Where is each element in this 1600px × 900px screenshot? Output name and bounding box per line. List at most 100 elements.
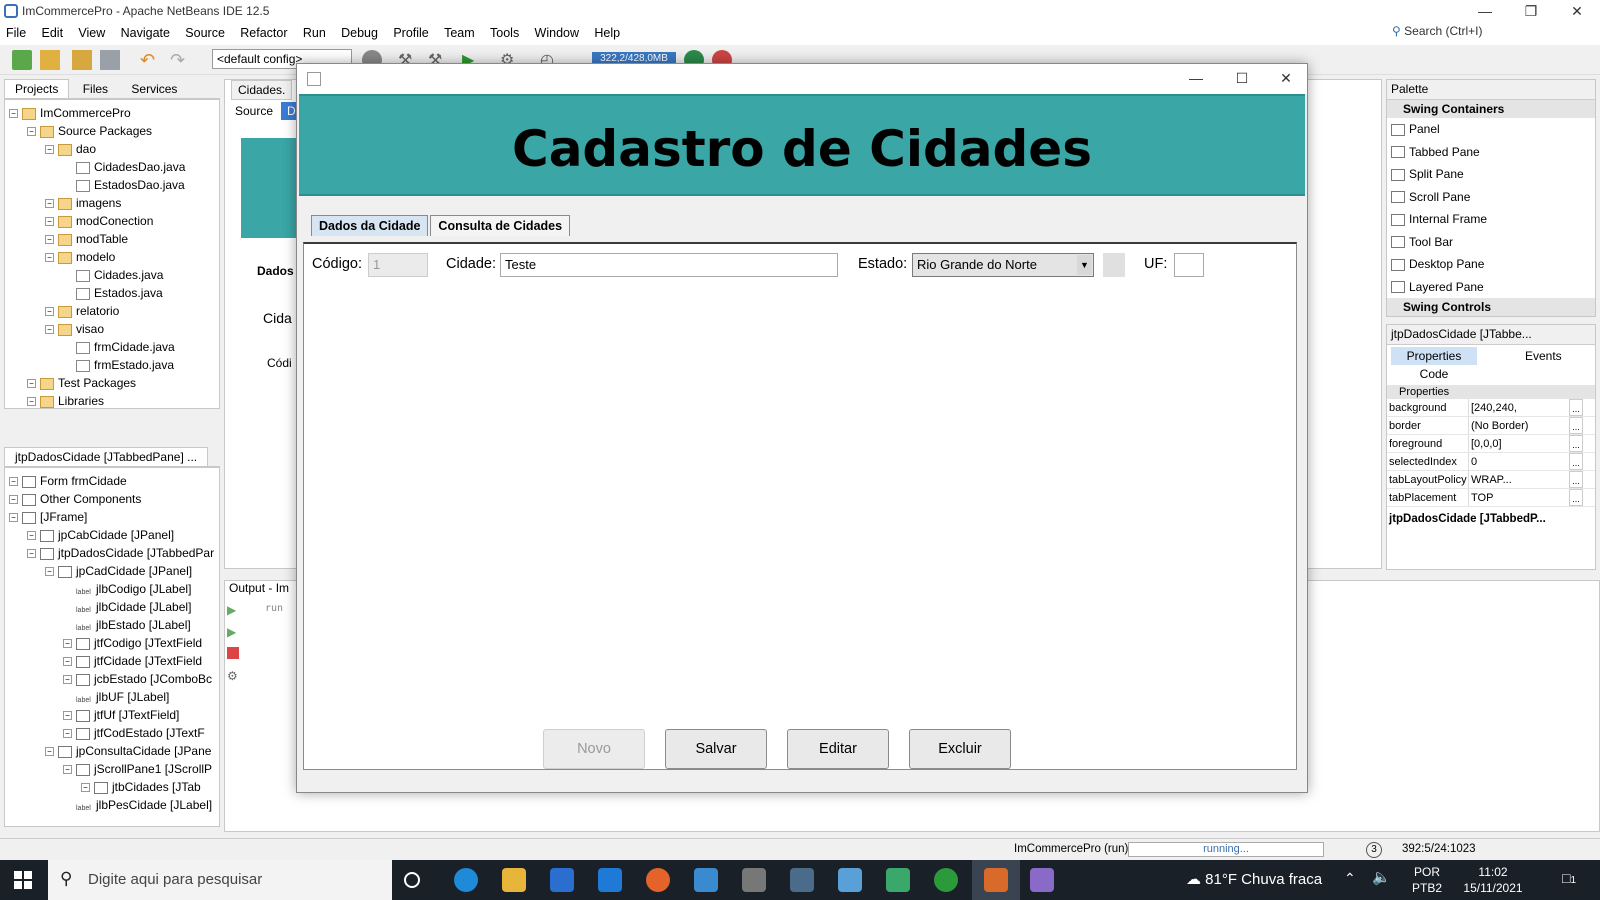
output-title[interactable]: Output - Im: [229, 581, 289, 595]
settings-icon[interactable]: ⚙: [227, 669, 241, 683]
clock[interactable]: 11:02 15/11/2021: [1462, 864, 1524, 896]
expand-toggle-icon[interactable]: −: [27, 379, 36, 389]
expand-toggle-icon[interactable]: −: [45, 307, 54, 317]
firefox-icon[interactable]: [646, 868, 670, 892]
expand-toggle-icon[interactable]: −: [63, 711, 72, 721]
windows-start-icon[interactable]: [14, 871, 32, 889]
expand-toggle-icon[interactable]: −: [27, 531, 36, 541]
cidade-field[interactable]: Teste: [500, 253, 838, 277]
property-value[interactable]: 0: [1469, 453, 1569, 470]
pgadmin-icon[interactable]: [790, 868, 814, 892]
expand-toggle-icon[interactable]: −: [63, 765, 72, 775]
properties-title[interactable]: jtpDadosCidade [JTabbe...: [1387, 325, 1595, 345]
tree-item[interactable]: − Source Packages: [9, 122, 219, 140]
excluir-button[interactable]: Excluir: [909, 729, 1011, 769]
tree-item[interactable]: − modConection: [9, 212, 219, 230]
tree-item[interactable]: − jtfUf [JTextField]: [9, 706, 219, 724]
dialog-close-button[interactable]: ✕: [1263, 67, 1309, 90]
estado-combobox[interactable]: Rio Grande do Norte ▼: [912, 253, 1094, 277]
menu-debug[interactable]: Debug: [335, 23, 384, 40]
expand-toggle-icon[interactable]: −: [45, 145, 54, 155]
tree-item[interactable]: − Test Packages: [9, 374, 219, 392]
netbeans-icon[interactable]: [886, 868, 910, 892]
property-row[interactable]: tabPlacement TOP...: [1387, 489, 1595, 507]
edge-icon[interactable]: [454, 868, 478, 892]
cod-estado-field[interactable]: [1103, 253, 1125, 277]
tree-item[interactable]: − jtbCidades [JTab: [9, 778, 219, 796]
tree-item[interactable]: CidadesDao.java: [9, 158, 219, 176]
tab-projects[interactable]: Projects: [4, 79, 70, 98]
store-icon[interactable]: [550, 868, 574, 892]
calculator-icon[interactable]: [742, 868, 766, 892]
tree-item[interactable]: label jlbEstado [JLabel]: [9, 616, 219, 634]
expand-toggle-icon[interactable]: −: [9, 477, 18, 487]
volume-icon[interactable]: 🔈: [1372, 868, 1391, 886]
property-value[interactable]: [0,0,0]: [1469, 435, 1569, 452]
property-editor-button[interactable]: ...: [1569, 489, 1583, 506]
tree-item[interactable]: − relatorio: [9, 302, 219, 320]
tree-item[interactable]: − dao: [9, 140, 219, 158]
tab-files[interactable]: Files: [73, 80, 118, 98]
tree-item[interactable]: label jlbUF [JLabel]: [9, 688, 219, 706]
tab-services[interactable]: Services: [121, 80, 187, 98]
palette-item[interactable]: Scroll Pane: [1387, 186, 1595, 209]
expand-toggle-icon[interactable]: −: [45, 199, 54, 209]
expand-toggle-icon[interactable]: −: [63, 729, 72, 739]
tree-item[interactable]: − jcbEstado [JComboBc: [9, 670, 219, 688]
expand-toggle-icon[interactable]: −: [45, 747, 54, 757]
expand-toggle-icon[interactable]: −: [9, 513, 18, 523]
ide-search[interactable]: ⚲ Search (Ctrl+I): [1392, 24, 1483, 38]
remote-desktop-icon[interactable]: [694, 868, 718, 892]
dialog-minimize-button[interactable]: —: [1173, 67, 1219, 90]
maximize-button[interactable]: ❐: [1508, 0, 1554, 23]
search-input[interactable]: Search (Ctrl+I): [1404, 24, 1482, 38]
java-app-active[interactable]: [972, 860, 1020, 900]
tree-item[interactable]: − jtfCodEstado [JTextF: [9, 724, 219, 742]
expand-toggle-icon[interactable]: −: [45, 217, 54, 227]
expand-toggle-icon[interactable]: −: [27, 127, 36, 137]
property-value[interactable]: TOP: [1469, 489, 1569, 506]
stop-icon[interactable]: [227, 647, 239, 659]
tree-item[interactable]: − modelo: [9, 248, 219, 266]
menu-source[interactable]: Source: [179, 23, 231, 40]
property-editor-button[interactable]: ...: [1569, 435, 1583, 452]
property-value[interactable]: [240,240,: [1469, 399, 1569, 416]
new-file-icon[interactable]: [12, 50, 32, 70]
paint-icon[interactable]: [1030, 868, 1054, 892]
property-row[interactable]: selectedIndex 0...: [1387, 453, 1595, 471]
task-view-icon[interactable]: [404, 872, 420, 888]
notifications-icon[interactable]: □1: [1562, 870, 1576, 886]
tree-item[interactable]: label jlbCodigo [JLabel]: [9, 580, 219, 598]
virtualbox-icon[interactable]: [838, 868, 862, 892]
tree-item[interactable]: − Libraries: [9, 392, 219, 408]
property-editor-button[interactable]: ...: [1569, 471, 1583, 488]
property-editor-button[interactable]: ...: [1569, 417, 1583, 434]
tree-item[interactable]: − imagens: [9, 194, 219, 212]
navigator-title[interactable]: jtpDadosCidade [JTabbedPane] ...: [4, 447, 209, 466]
menu-view[interactable]: View: [72, 23, 111, 40]
menu-help[interactable]: Help: [588, 23, 626, 40]
tree-item[interactable]: Estados.java: [9, 284, 219, 302]
minimize-button[interactable]: —: [1462, 0, 1508, 23]
palette-item[interactable]: Internal Frame: [1387, 208, 1595, 231]
dialog-maximize-button[interactable]: ☐: [1219, 67, 1265, 90]
tab-consulta-cidades[interactable]: Consulta de Cidades: [430, 215, 571, 236]
tree-item[interactable]: label jlbCidade [JLabel]: [9, 598, 219, 616]
save-all-icon[interactable]: [100, 50, 120, 70]
palette-item[interactable]: Panel: [1387, 118, 1595, 141]
tree-item[interactable]: − Other Components: [9, 490, 219, 508]
property-editor-button[interactable]: ...: [1569, 453, 1583, 470]
expand-toggle-icon[interactable]: −: [9, 109, 18, 119]
weather-widget[interactable]: ☁ 81°F Chuva fraca: [1186, 870, 1322, 888]
tab-events[interactable]: Events: [1500, 347, 1586, 365]
property-row[interactable]: tabLayoutPolicy WRAP......: [1387, 471, 1595, 489]
chrome-icon[interactable]: [934, 868, 958, 892]
expand-toggle-icon[interactable]: −: [45, 567, 54, 577]
editor-tab[interactable]: Cidades.: [231, 80, 293, 100]
language-indicator[interactable]: POR PTB2: [1412, 864, 1442, 896]
tray-chevron-icon[interactable]: ⌃: [1344, 870, 1356, 887]
property-value[interactable]: WRAP...: [1469, 471, 1569, 488]
tree-item[interactable]: − jtpDadosCidade [JTabbedPar: [9, 544, 219, 562]
palette-item[interactable]: Desktop Pane: [1387, 253, 1595, 276]
palette-item[interactable]: Tool Bar: [1387, 231, 1595, 254]
